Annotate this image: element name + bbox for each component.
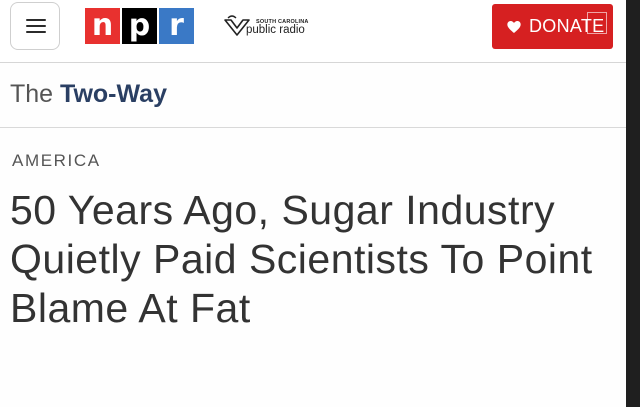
- hamburger-menu-icon-bar: [26, 31, 46, 33]
- site-header: n p r SOUTH CAROLINA public radio DONATE: [0, 0, 626, 63]
- screen-edge: [626, 0, 640, 407]
- hamburger-menu-icon: [26, 19, 46, 21]
- article-headline: 50 Years Ago, Sugar Industry Quietly Pai…: [10, 187, 593, 331]
- menu-button[interactable]: [10, 2, 60, 50]
- npr-logo-n: n: [85, 8, 120, 44]
- blog-title-name: Two-Way: [60, 80, 167, 108]
- npr-logo[interactable]: n p r: [85, 8, 194, 44]
- npr-logo-r: r: [159, 8, 194, 44]
- article-page: n p r SOUTH CAROLINA public radio DONATE…: [0, 0, 640, 407]
- blog-title[interactable]: The Two-Way: [10, 80, 167, 109]
- external-link-icon: [587, 12, 607, 34]
- npr-logo-p: p: [122, 8, 157, 44]
- station-name-line2: public radio: [246, 24, 305, 36]
- donate-button[interactable]: DONATE: [492, 4, 613, 49]
- blog-title-prefix: The: [10, 80, 54, 108]
- heart-icon: [507, 20, 521, 33]
- station-logo[interactable]: SOUTH CAROLINA public radio: [222, 15, 312, 41]
- hamburger-menu-icon-bar: [26, 25, 46, 27]
- section-label[interactable]: AMERICA: [12, 151, 101, 171]
- blog-title-bar: The Two-Way: [0, 63, 626, 128]
